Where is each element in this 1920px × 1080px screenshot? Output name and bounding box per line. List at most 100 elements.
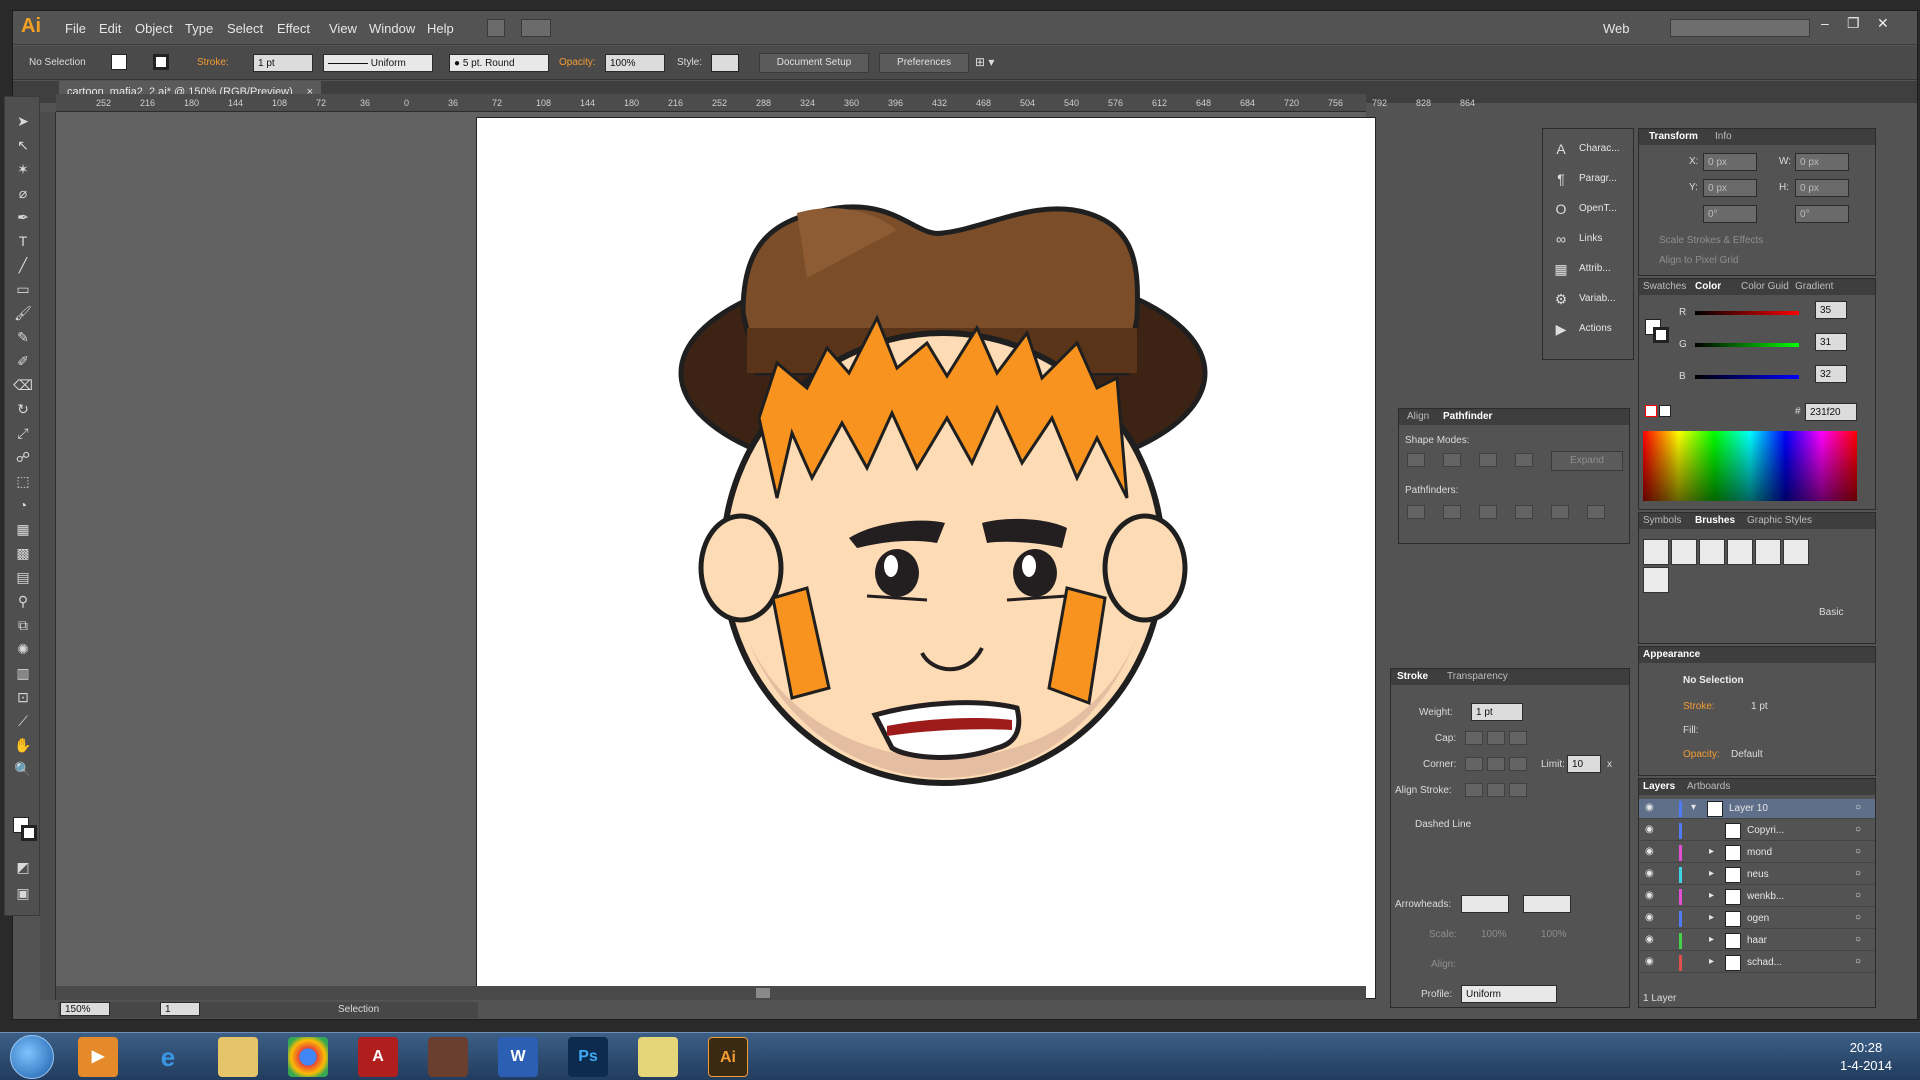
dock-item[interactable]: ▶ Actions: [1543, 317, 1633, 341]
layer-name[interactable]: schad...: [1747, 957, 1782, 968]
eyedropper-icon[interactable]: ⚲: [11, 591, 35, 611]
dock-item[interactable]: ∞ Links: [1543, 227, 1633, 251]
align-inside-icon[interactable]: [1487, 783, 1505, 797]
stroke-swatch[interactable]: [153, 54, 169, 70]
minimize-icon[interactable]: –: [1821, 15, 1829, 31]
drawing-mode-icon[interactable]: ◩: [11, 857, 35, 877]
isolate-icon[interactable]: ⊞ ▾: [975, 55, 994, 69]
visibility-eye-icon[interactable]: ◉: [1645, 846, 1654, 857]
shape-builder-icon[interactable]: ◔: [11, 495, 35, 515]
y-field[interactable]: 0 px: [1703, 179, 1757, 197]
acrobat-icon[interactable]: A: [358, 1037, 398, 1077]
round-join-icon[interactable]: [1487, 757, 1505, 771]
color-spectrum[interactable]: [1643, 431, 1857, 501]
lasso-icon[interactable]: ⌀: [11, 183, 35, 203]
minus-front-icon[interactable]: [1443, 453, 1461, 467]
target-icon[interactable]: ○: [1855, 802, 1861, 813]
blend-icon[interactable]: ⧉: [11, 615, 35, 635]
layer-row[interactable]: ◉ ▸ schad... ○: [1639, 953, 1875, 973]
layer-name[interactable]: haar: [1747, 935, 1767, 946]
internet-explorer-icon[interactable]: e: [148, 1037, 188, 1077]
pen-tool-icon[interactable]: ✒: [11, 207, 35, 227]
profile-select[interactable]: Uniform: [1461, 985, 1557, 1003]
illustrator-icon[interactable]: Ai: [708, 1037, 748, 1077]
zoom-tool-icon[interactable]: 🔍: [11, 759, 35, 779]
layer-name[interactable]: Layer 10: [1729, 803, 1768, 814]
search-input[interactable]: [1670, 19, 1810, 37]
tab-info[interactable]: Info: [1715, 131, 1732, 142]
layer-name[interactable]: wenkb...: [1747, 891, 1784, 902]
eraser-icon[interactable]: ⌫: [11, 375, 35, 395]
expand-arrow-icon[interactable]: ▸: [1709, 956, 1714, 967]
brush-swatch[interactable]: [1727, 539, 1753, 565]
scale-strokes-checkbox[interactable]: Scale Strokes & Effects: [1659, 235, 1763, 246]
target-icon[interactable]: ○: [1855, 934, 1861, 945]
opacity-field[interactable]: 100%: [605, 54, 665, 72]
brush-swatch[interactable]: [1671, 539, 1697, 565]
brush-swatch[interactable]: [1755, 539, 1781, 565]
align-pixel-checkbox[interactable]: Align to Pixel Grid: [1659, 255, 1738, 266]
layer-name[interactable]: Copyri...: [1747, 825, 1784, 836]
scrollbar-thumb[interactable]: [756, 988, 770, 998]
explorer-icon[interactable]: [218, 1037, 258, 1077]
layer-row[interactable]: ◉ ▸ haar ○: [1639, 931, 1875, 951]
visibility-eye-icon[interactable]: ◉: [1645, 956, 1654, 967]
dock-item[interactable]: ⚙ Variab...: [1543, 287, 1633, 311]
expand-arrow-icon[interactable]: ▸: [1709, 890, 1714, 901]
align-outside-icon[interactable]: [1509, 783, 1527, 797]
target-icon[interactable]: ○: [1855, 956, 1861, 967]
x-field[interactable]: 0 px: [1703, 153, 1757, 171]
visibility-eye-icon[interactable]: ◉: [1645, 890, 1654, 901]
weight-field[interactable]: 1 pt: [1471, 703, 1523, 721]
brush-swatch[interactable]: [1699, 539, 1725, 565]
brush-swatch[interactable]: [1643, 539, 1669, 565]
tab-swatches[interactable]: Swatches: [1643, 281, 1686, 292]
target-icon[interactable]: ○: [1855, 912, 1861, 923]
close-icon[interactable]: ✕: [1877, 15, 1889, 32]
tab-gradient[interactable]: Gradient: [1795, 281, 1833, 292]
visibility-eye-icon[interactable]: ◉: [1645, 934, 1654, 945]
menu-effect[interactable]: Effect: [277, 21, 310, 36]
expand-arrow-icon[interactable]: ▸: [1709, 934, 1714, 945]
tab-color-guide[interactable]: Color Guid: [1741, 281, 1789, 292]
rotate-field[interactable]: 0°: [1703, 205, 1757, 223]
magic-wand-icon[interactable]: ✶: [11, 159, 35, 179]
dock-item[interactable]: ▦ Attrib...: [1543, 257, 1633, 281]
align-center-icon[interactable]: [1465, 783, 1483, 797]
w-field[interactable]: 0 px: [1795, 153, 1849, 171]
layer-row[interactable]: ◉ ▸ mond ○: [1639, 843, 1875, 863]
appearance-fill-label[interactable]: Fill:: [1683, 725, 1699, 736]
expand-arrow-icon[interactable]: ▸: [1709, 912, 1714, 923]
cartoon-illustration[interactable]: [477, 118, 1377, 1000]
brush-definition[interactable]: ● 5 pt. Round: [449, 54, 549, 72]
expand-arrow-icon[interactable]: ▸: [1709, 868, 1714, 879]
scale-icon[interactable]: ⤢: [11, 423, 35, 443]
type-tool-icon[interactable]: T: [11, 231, 35, 251]
h-field[interactable]: 0 px: [1795, 179, 1849, 197]
tab-transparency[interactable]: Transparency: [1447, 671, 1508, 682]
trim-icon[interactable]: [1443, 505, 1461, 519]
g-slider[interactable]: [1695, 343, 1799, 347]
tab-appearance[interactable]: Appearance: [1643, 649, 1700, 660]
menu-file[interactable]: File: [65, 21, 86, 36]
tab-pathfinder[interactable]: Pathfinder: [1443, 411, 1492, 422]
end-arrowhead-select[interactable]: [1523, 895, 1571, 913]
expand-arrow-icon[interactable]: ▸: [1709, 846, 1714, 857]
menu-select[interactable]: Select: [227, 21, 263, 36]
paintbrush-icon[interactable]: 🖌: [11, 303, 35, 323]
visibility-eye-icon[interactable]: ◉: [1645, 912, 1654, 923]
layer-name[interactable]: neus: [1747, 869, 1769, 880]
shear-field[interactable]: 0°: [1795, 205, 1849, 223]
sticky-notes-icon[interactable]: [638, 1037, 678, 1077]
blob-brush-icon[interactable]: ✐: [11, 351, 35, 371]
reader-icon[interactable]: [428, 1037, 468, 1077]
visibility-eye-icon[interactable]: ◉: [1645, 802, 1654, 813]
expand-arrow-icon[interactable]: ▾: [1691, 802, 1696, 813]
tab-transform[interactable]: Transform: [1649, 131, 1698, 142]
tab-layers[interactable]: Layers: [1643, 781, 1675, 792]
brush-swatch[interactable]: [1783, 539, 1809, 565]
chrome-icon[interactable]: [288, 1037, 328, 1077]
projecting-cap-icon[interactable]: [1509, 731, 1527, 745]
round-cap-icon[interactable]: [1487, 731, 1505, 745]
menu-edit[interactable]: Edit: [99, 21, 121, 36]
